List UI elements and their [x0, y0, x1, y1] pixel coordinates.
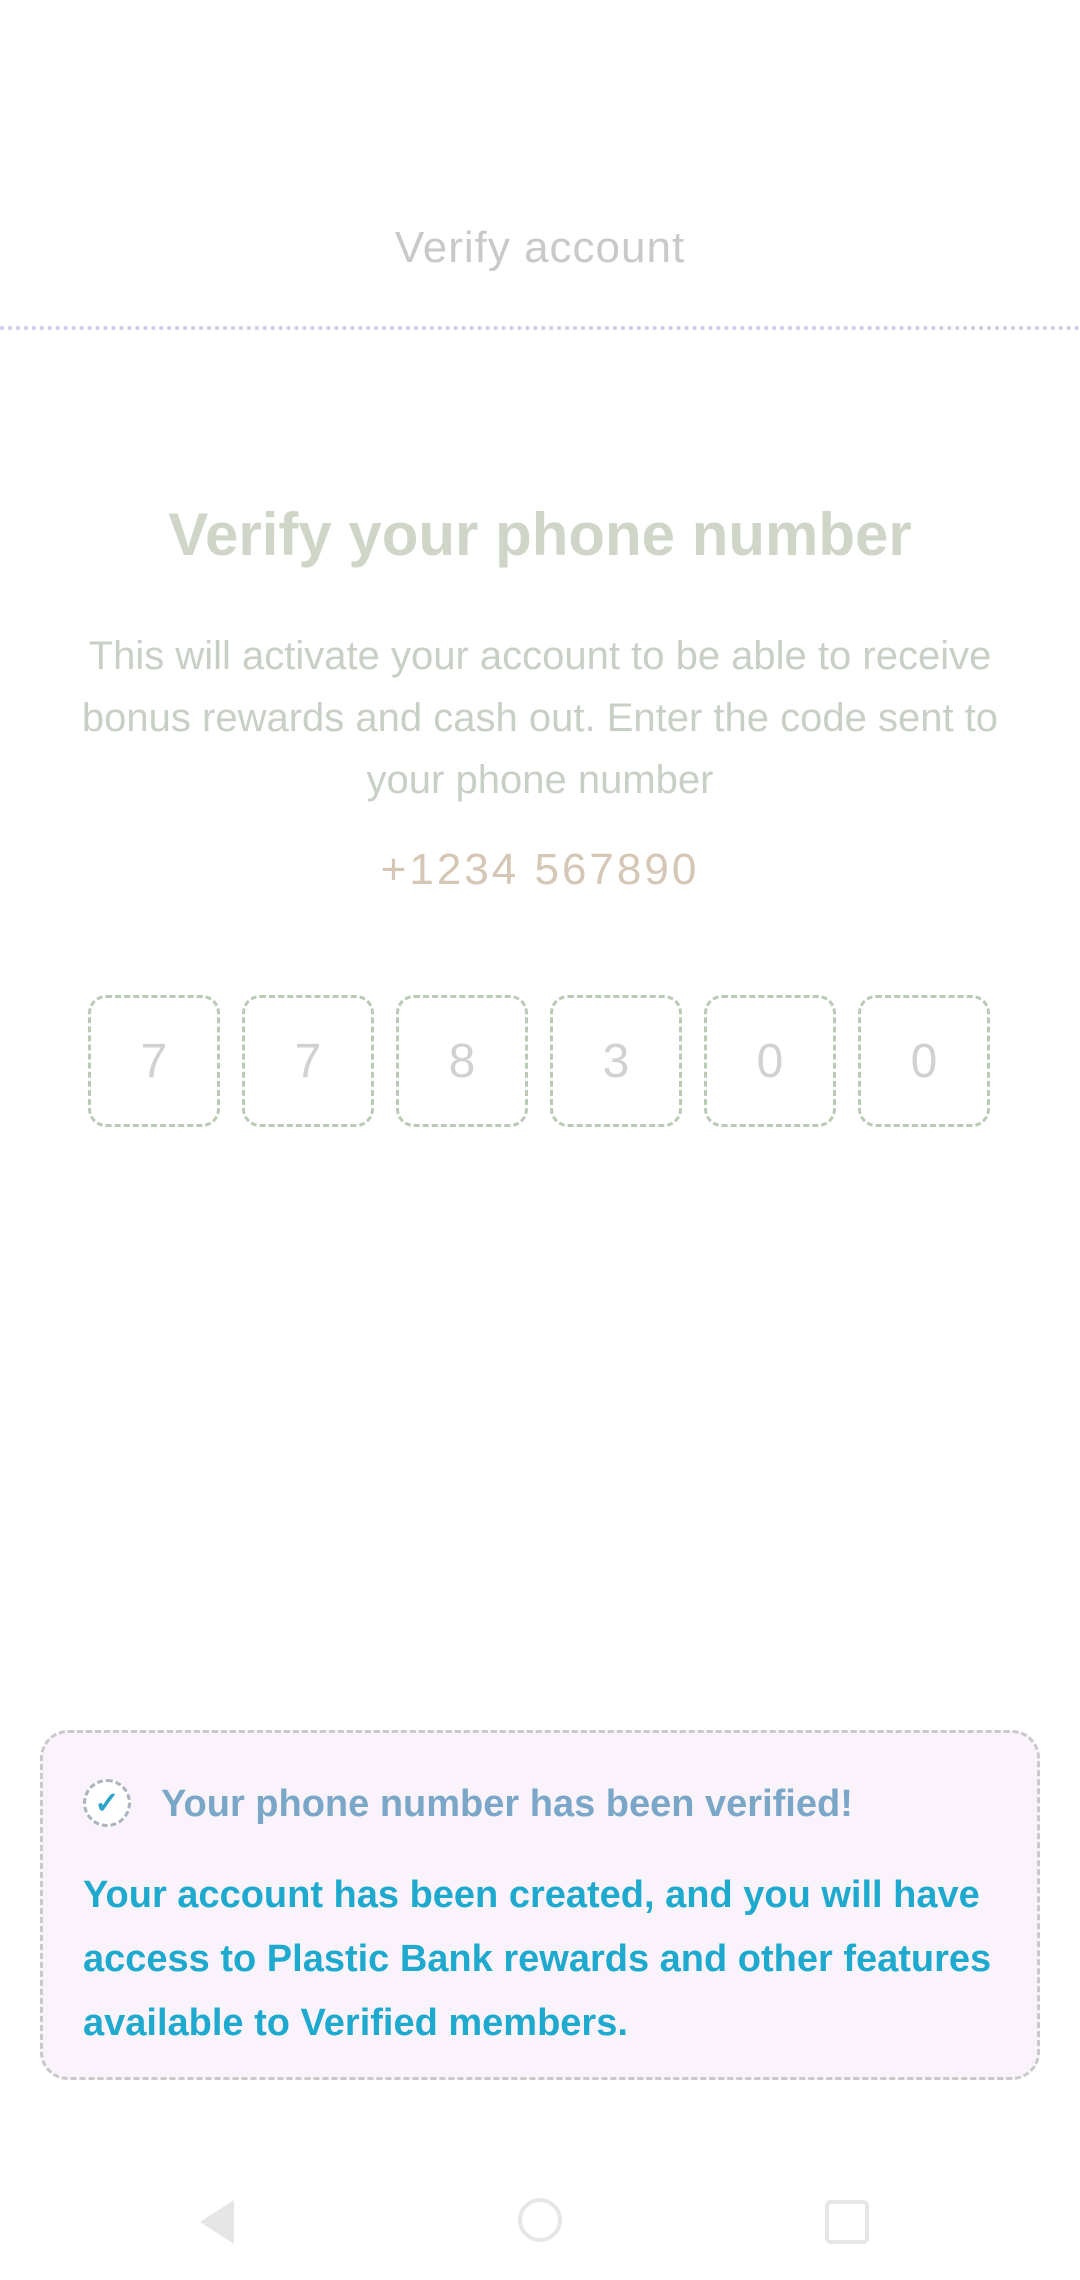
code-digit-6[interactable]: 0: [858, 995, 990, 1127]
verification-success-card: ✓ Your phone number has been verified! Y…: [40, 1730, 1040, 2080]
code-digit-5[interactable]: 0: [704, 995, 836, 1127]
verification-code-input[interactable]: 7 7 8 3 0 0: [88, 995, 992, 1127]
recents-square-icon[interactable]: [825, 2200, 869, 2244]
check-circle-icon: ✓: [83, 1779, 131, 1827]
back-triangle-icon[interactable]: [200, 2200, 234, 2244]
code-digit-3[interactable]: 8: [396, 995, 528, 1127]
system-navigation-bar: [0, 2170, 1080, 2280]
code-digit-1[interactable]: 7: [88, 995, 220, 1127]
verify-description: This will activate your account to be ab…: [81, 634, 999, 802]
code-digit-2[interactable]: 7: [242, 995, 374, 1127]
page-title: Verify account: [394, 223, 686, 272]
success-title: Your phone number has been verified!: [161, 1783, 853, 1825]
code-digit-4[interactable]: 3: [550, 995, 682, 1127]
verify-heading: Verify your phone number: [168, 501, 912, 568]
app-header: Verify account: [0, 170, 1080, 330]
success-message: Your account has been created, and you w…: [83, 1874, 992, 2044]
phone-number-label: +1234 567890: [380, 845, 700, 894]
home-circle-icon[interactable]: [518, 2198, 562, 2242]
